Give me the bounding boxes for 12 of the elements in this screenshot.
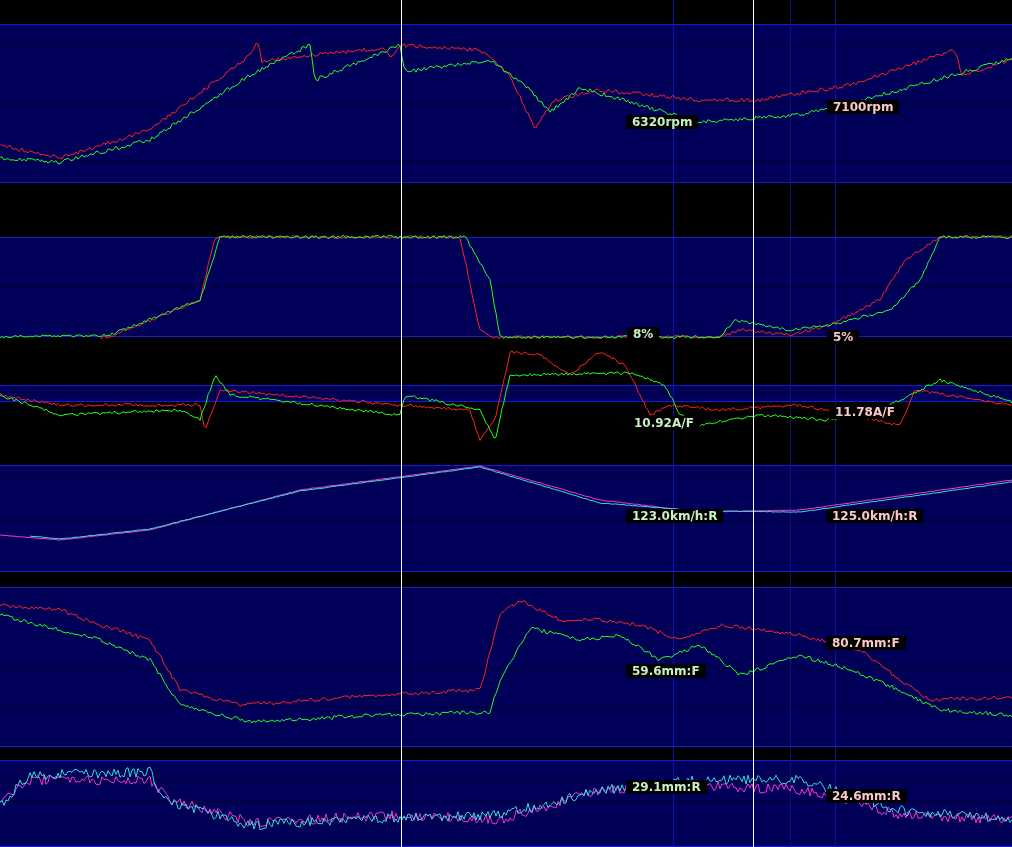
- readout-label: 7100rpm: [827, 100, 900, 114]
- cursor-line[interactable]: [401, 0, 402, 847]
- readout-label: 24.6mm:R: [826, 789, 907, 803]
- readout-label: 59.6mm:F: [626, 664, 706, 678]
- readout-label: 29.1mm:R: [626, 780, 707, 794]
- readout-label: 80.7mm:F: [826, 636, 906, 650]
- readout-label: 125.0km/h:R: [826, 509, 924, 523]
- readout-label: 6320rpm: [626, 115, 699, 129]
- cursor-line[interactable]: [753, 0, 754, 847]
- readout-label: 123.0km/h:R: [626, 509, 724, 523]
- readout-label: 5%: [827, 330, 860, 344]
- readout-label: 8%: [627, 327, 660, 341]
